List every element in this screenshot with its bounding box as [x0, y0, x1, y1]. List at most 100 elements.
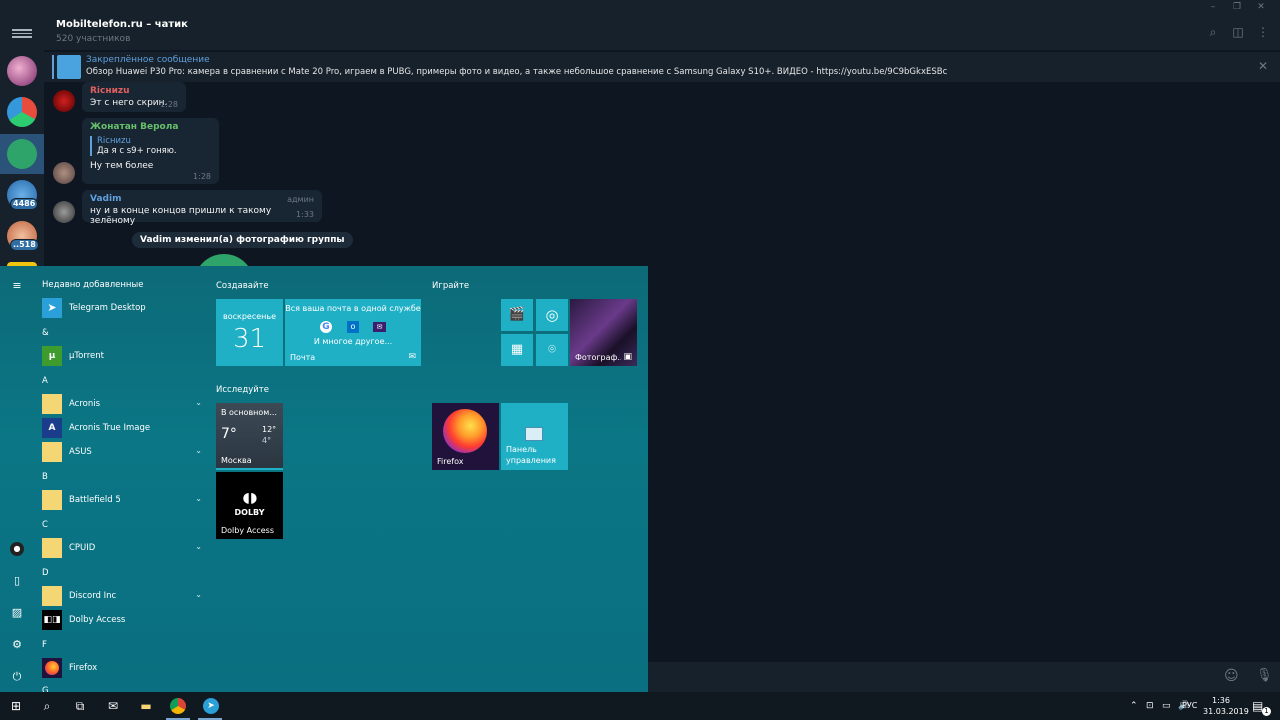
windows-start-icon[interactable]: ⊞: [7, 697, 25, 715]
dolby-icon: ◧◨: [42, 610, 62, 630]
pinned-message[interactable]: Закреплённое сообщение Обзор Huawei P30 …: [44, 52, 1280, 82]
letter-header[interactable]: D: [42, 568, 49, 578]
chat-item-selected[interactable]: [0, 134, 44, 174]
reply-author: Ricниzu: [97, 136, 131, 146]
message-time: 1:28: [160, 100, 178, 109]
clock-time[interactable]: 1:36: [1212, 696, 1230, 705]
search-icon[interactable]: ⌕: [38, 697, 56, 715]
chat-member-count: 520 участников: [56, 34, 131, 44]
emoji-icon[interactable]: ☺: [1224, 668, 1239, 684]
battery-icon[interactable]: ▭: [1162, 701, 1171, 711]
maximize-icon[interactable]: ❐: [1228, 1, 1246, 13]
mail-tile[interactable]: Вся ваша почта в одной службе G o ✉ И мн…: [285, 299, 421, 366]
acronis-icon: A: [42, 418, 62, 438]
app-telegram-desktop[interactable]: ➤ Telegram Desktop: [42, 298, 202, 318]
movies-tv-icon[interactable]: 🎬: [501, 299, 533, 331]
app-label: Dolby Access: [69, 615, 126, 625]
folder-icon: [42, 394, 62, 414]
weather-tile[interactable]: В основном... 7° 12° 4° Москва: [216, 403, 283, 470]
dolby-access-tile[interactable]: ◖◗ DOLBY Dolby Access: [216, 472, 283, 539]
chat-title[interactable]: Mobiltelefon.ru – чатик: [56, 19, 188, 30]
calendar-tile[interactable]: воскресенье 31: [216, 299, 283, 366]
calculator-icon[interactable]: ▦: [501, 334, 533, 366]
pictures-icon[interactable]: ▨: [10, 606, 24, 620]
network-icon[interactable]: ⊡: [1146, 701, 1154, 711]
microphone-icon[interactable]: 🎙: [1256, 668, 1273, 683]
app-label: Acronis True Image: [69, 423, 151, 433]
letter-header[interactable]: C: [42, 520, 48, 530]
minimize-icon[interactable]: –: [1204, 1, 1222, 13]
menu-icon[interactable]: ≡: [10, 279, 24, 293]
user-avatar[interactable]: ●: [10, 542, 24, 556]
pinned-bar: [52, 55, 54, 79]
more-options-icon[interactable]: ⋮: [1256, 25, 1270, 39]
message-author[interactable]: Жонатан Верола: [90, 122, 211, 132]
app-list: Недавно добавленные ➤ Telegram Desktop &…: [34, 266, 206, 696]
message-author[interactable]: Vadim: [90, 194, 314, 204]
language-indicator[interactable]: РУС: [1182, 701, 1197, 710]
chat-header: Mobiltelefon.ru – чатик 520 участников ⌕…: [44, 14, 1280, 51]
chevron-up-icon[interactable]: ⌃: [1130, 701, 1138, 711]
control-panel-tile[interactable]: Панель управления: [501, 403, 568, 470]
file-explorer-icon[interactable]: ▬: [137, 697, 155, 715]
message-author[interactable]: Ricниzu: [90, 86, 178, 96]
message-bubble[interactable]: Жонатан Верола Ricниzu Да я с s9+ гоняю.…: [82, 118, 219, 184]
folder-acronis[interactable]: Acronis ⌄: [42, 394, 202, 414]
app-dolby-access[interactable]: ◧◨ Dolby Access: [42, 610, 202, 630]
firefox-tile[interactable]: Firefox: [432, 403, 499, 470]
message-bubble[interactable]: Vadim админ ну и в конце концов пришли к…: [82, 190, 322, 226]
app-acronis-true-image[interactable]: A Acronis True Image: [42, 418, 202, 438]
folder-battlefield-5[interactable]: Battlefield 5 ⌄: [42, 490, 202, 510]
chrome-icon[interactable]: [170, 698, 186, 714]
app-utorrent[interactable]: µ µTorrent: [42, 346, 202, 366]
chevron-down-icon: ⌄: [195, 542, 202, 551]
message-bubble[interactable]: Ricниzu Эт с него скрин. 1:28: [82, 82, 186, 112]
group-header-explore[interactable]: Исследуйте: [216, 385, 269, 395]
mail-icon[interactable]: ✉: [104, 697, 122, 715]
message-reply-quote[interactable]: Ricниzu Да я с s9+ гоняю.: [90, 136, 211, 156]
photos-tile[interactable]: Фотограф... ▣: [570, 299, 637, 366]
search-icon[interactable]: ⌕: [1206, 25, 1220, 39]
folder-cpuid[interactable]: CPUID ⌄: [42, 538, 202, 558]
avatar[interactable]: [53, 90, 75, 112]
letter-header[interactable]: A: [42, 376, 48, 386]
message-text: ну и в конце концов пришли к такому зелё…: [90, 206, 272, 226]
folder-asus[interactable]: ASUS ⌄: [42, 442, 202, 462]
telegram-icon[interactable]: ➤: [203, 698, 219, 714]
avatar[interactable]: [53, 201, 75, 223]
app-firefox[interactable]: Firefox: [42, 658, 202, 678]
reply-text: Да я с s9+ гоняю.: [97, 146, 177, 156]
folder-icon: [42, 442, 62, 462]
camera-icon[interactable]: ⌾: [536, 334, 568, 366]
power-icon[interactable]: ⏻: [10, 670, 24, 684]
pinned-thumbnail: [57, 55, 81, 79]
avatar[interactable]: [53, 162, 75, 184]
google-icon: G: [320, 321, 332, 333]
letter-header[interactable]: B: [42, 472, 48, 482]
unread-badge: 4486: [10, 198, 39, 210]
chat-avatar[interactable]: [7, 97, 37, 127]
close-icon[interactable]: ✕: [1252, 1, 1270, 13]
firefox-icon: [443, 409, 487, 453]
sidebar-toggle-icon[interactable]: ◫: [1231, 25, 1245, 39]
message-input-bar[interactable]: ☺ 🎙: [648, 662, 1280, 692]
window-titlebar: – ❐ ✕: [0, 0, 1280, 14]
chat-avatar[interactable]: [7, 56, 37, 86]
folder-icon: [42, 538, 62, 558]
pinned-text: Обзор Huawei P30 Pro: камера в сравнении…: [86, 67, 948, 77]
taskbar: ⊞ ⌕ ⧉ ✉ ▬ ➤ ⌃ ⊡ ▭ 🔊 РУС 1:36 31.03.2019 …: [0, 692, 1280, 720]
letter-header[interactable]: &: [42, 328, 49, 338]
settings-icon[interactable]: ⚙: [10, 638, 24, 652]
message-time: 1:33: [296, 210, 314, 219]
document-icon[interactable]: ▯: [10, 574, 24, 588]
groove-music-icon[interactable]: ◎: [536, 299, 568, 331]
dolby-icon: ◖◗: [242, 490, 258, 506]
task-view-icon[interactable]: ⧉: [71, 697, 89, 715]
folder-discord-inc[interactable]: Discord Inc ⌄: [42, 586, 202, 606]
clock-date[interactable]: 31.03.2019: [1203, 707, 1249, 716]
group-header-play[interactable]: Играйте: [432, 281, 469, 291]
group-header-create[interactable]: Создавайте: [216, 281, 269, 291]
close-icon[interactable]: ✕: [1258, 59, 1268, 73]
menu-icon[interactable]: [12, 27, 32, 39]
letter-header[interactable]: F: [42, 640, 47, 650]
